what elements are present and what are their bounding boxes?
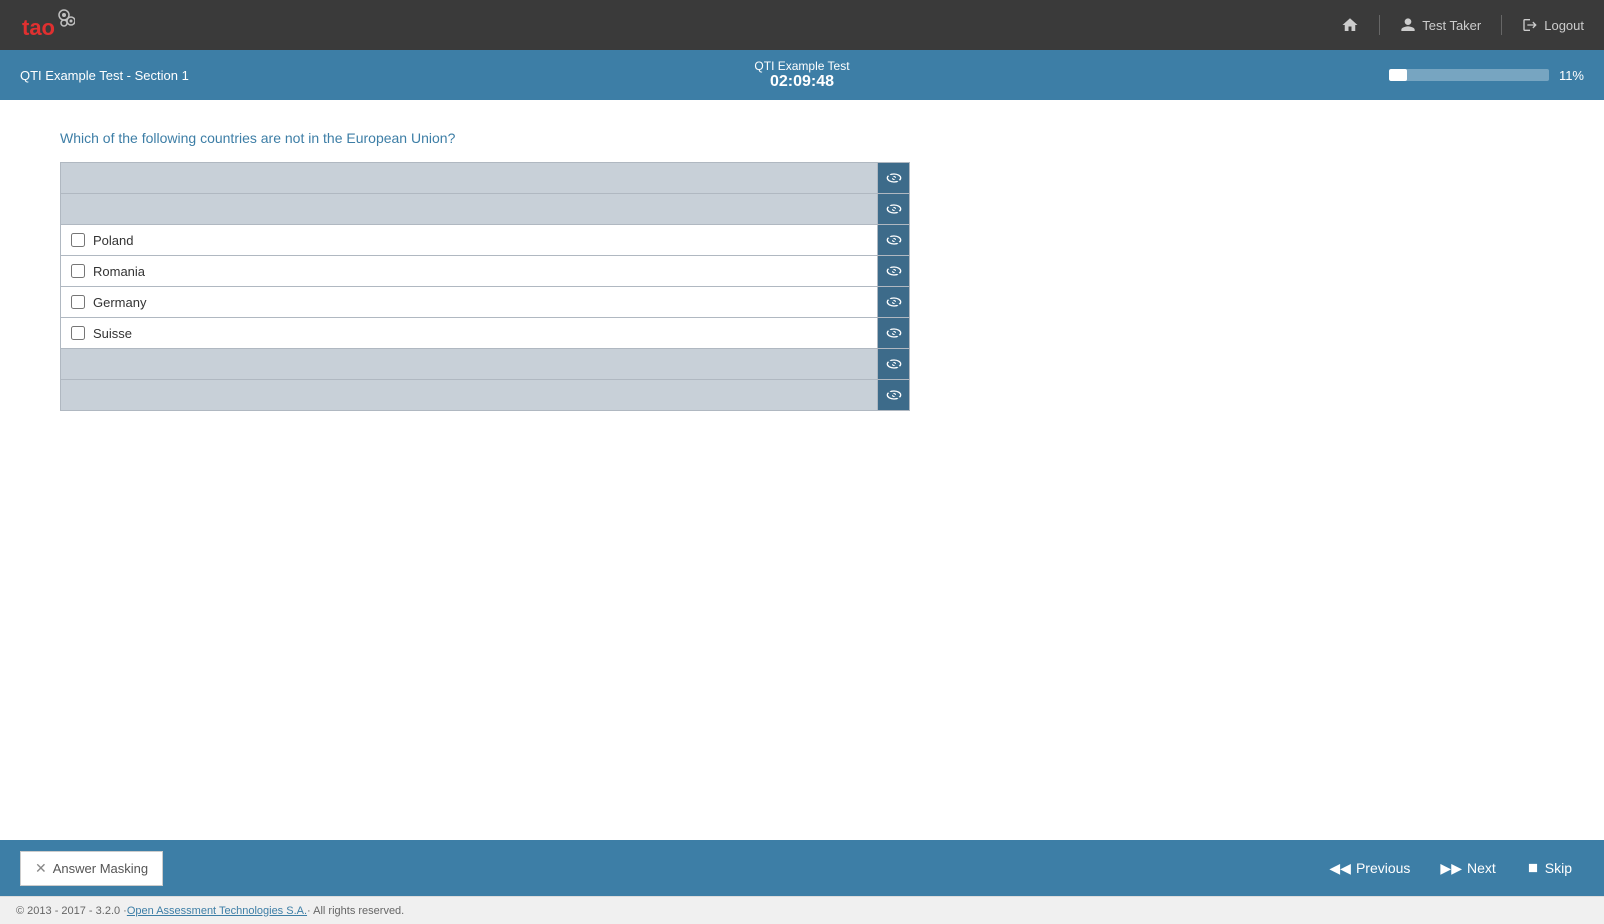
checkbox-romania[interactable] xyxy=(71,264,85,278)
logout-label: Logout xyxy=(1544,18,1584,33)
answer-row-7 xyxy=(61,349,909,380)
skip-icon xyxy=(1526,861,1540,875)
mask-toggle-8[interactable] xyxy=(877,380,909,410)
home-icon xyxy=(1341,16,1359,34)
nav-divider xyxy=(1379,15,1380,35)
previous-label: Previous xyxy=(1356,860,1410,876)
progress-percent: 11% xyxy=(1559,68,1584,83)
tao-logo-icon: tao xyxy=(20,7,75,43)
answer-row-romania-content: Romania xyxy=(61,258,877,285)
checkbox-germany[interactable] xyxy=(71,295,85,309)
footer: © 2013 - 2017 - 3.2.0 · Open Assessment … xyxy=(0,896,1604,924)
next-arrow-icon: ▶▶ xyxy=(1440,860,1462,877)
user-icon xyxy=(1400,17,1416,33)
svg-text:tao: tao xyxy=(22,15,55,40)
timer: 02:09:48 xyxy=(770,73,834,91)
answer-row-8 xyxy=(61,380,909,410)
section-title: QTI Example Test - Section 1 xyxy=(20,68,300,83)
checkbox-suisse[interactable] xyxy=(71,326,85,340)
home-button[interactable] xyxy=(1341,16,1359,34)
main-content: Which of the following countries are not… xyxy=(0,100,1604,840)
mask-toggle-7[interactable] xyxy=(877,349,909,379)
label-germany: Germany xyxy=(93,295,146,310)
answer-row-poland-content: Poland xyxy=(61,227,877,254)
eye-icon-1 xyxy=(886,172,902,184)
header-bar: QTI Example Test - Section 1 QTI Example… xyxy=(0,50,1604,100)
top-navigation: tao Test Taker Logout xyxy=(0,0,1604,50)
previous-arrow-icon: ◀◀ xyxy=(1329,860,1351,877)
logout-button[interactable]: Logout xyxy=(1522,17,1584,33)
top-nav-right: Test Taker Logout xyxy=(1341,15,1584,35)
footer-copyright: © 2013 - 2017 - 3.2.0 · xyxy=(16,905,127,917)
footer-suffix: · All rights reserved. xyxy=(307,905,404,917)
user-name: Test Taker xyxy=(1422,18,1481,33)
answer-row-1 xyxy=(61,163,909,194)
skip-button[interactable]: Skip xyxy=(1514,854,1584,882)
answer-list: Poland Romania xyxy=(60,162,910,411)
eye-icon-romania xyxy=(886,265,902,277)
answer-row-2-content xyxy=(61,203,877,215)
checkbox-poland[interactable] xyxy=(71,233,85,247)
eye-icon-suisse xyxy=(886,327,902,339)
mask-toggle-poland[interactable] xyxy=(877,225,909,255)
answer-row-2 xyxy=(61,194,909,225)
header-progress: 11% xyxy=(1304,68,1584,83)
mask-toggle-suisse[interactable] xyxy=(877,318,909,348)
answer-row-8-content xyxy=(61,389,877,401)
mask-toggle-romania[interactable] xyxy=(877,256,909,286)
test-name: QTI Example Test xyxy=(754,59,849,73)
navigation-buttons: ◀◀ Previous ▶▶ Next Skip xyxy=(1317,854,1584,883)
progress-bar-container xyxy=(1389,69,1549,81)
question-text: Which of the following countries are not… xyxy=(60,130,1544,146)
mask-toggle-1[interactable] xyxy=(877,163,909,193)
answer-row-suisse-content: Suisse xyxy=(61,320,877,347)
answer-row-suisse: Suisse xyxy=(61,318,909,349)
eye-icon-2 xyxy=(886,203,902,215)
answer-row-germany-content: Germany xyxy=(61,289,877,316)
progress-bar-fill xyxy=(1389,69,1407,81)
answer-row-germany: Germany xyxy=(61,287,909,318)
skip-label: Skip xyxy=(1545,860,1572,876)
nav-divider-2 xyxy=(1501,15,1502,35)
previous-button[interactable]: ◀◀ Previous xyxy=(1317,854,1422,883)
eye-icon-germany xyxy=(886,296,902,308)
bottom-bar: ✕ Answer Masking ◀◀ Previous ▶▶ Next Ski… xyxy=(0,840,1604,896)
logo: tao xyxy=(20,7,75,43)
eye-icon-poland xyxy=(886,234,902,246)
answer-masking-label: Answer Masking xyxy=(53,861,148,876)
eye-icon-8 xyxy=(886,389,902,401)
mask-toggle-germany[interactable] xyxy=(877,287,909,317)
label-poland: Poland xyxy=(93,233,133,248)
answer-row-7-content xyxy=(61,358,877,370)
answer-row-poland: Poland xyxy=(61,225,909,256)
next-button[interactable]: ▶▶ Next xyxy=(1428,854,1507,883)
footer-link[interactable]: Open Assessment Technologies S.A. xyxy=(127,905,307,917)
answer-masking-button[interactable]: ✕ Answer Masking xyxy=(20,851,163,886)
answer-row-romania: Romania xyxy=(61,256,909,287)
header-center: QTI Example Test 02:09:48 xyxy=(300,59,1304,91)
masking-close-icon: ✕ xyxy=(35,860,47,877)
label-romania: Romania xyxy=(93,264,145,279)
mask-toggle-2[interactable] xyxy=(877,194,909,224)
logout-icon xyxy=(1522,17,1538,33)
next-label: Next xyxy=(1467,860,1496,876)
label-suisse: Suisse xyxy=(93,326,132,341)
test-taker-user[interactable]: Test Taker xyxy=(1400,17,1481,33)
eye-icon-7 xyxy=(886,358,902,370)
answer-row-1-content xyxy=(61,172,877,184)
